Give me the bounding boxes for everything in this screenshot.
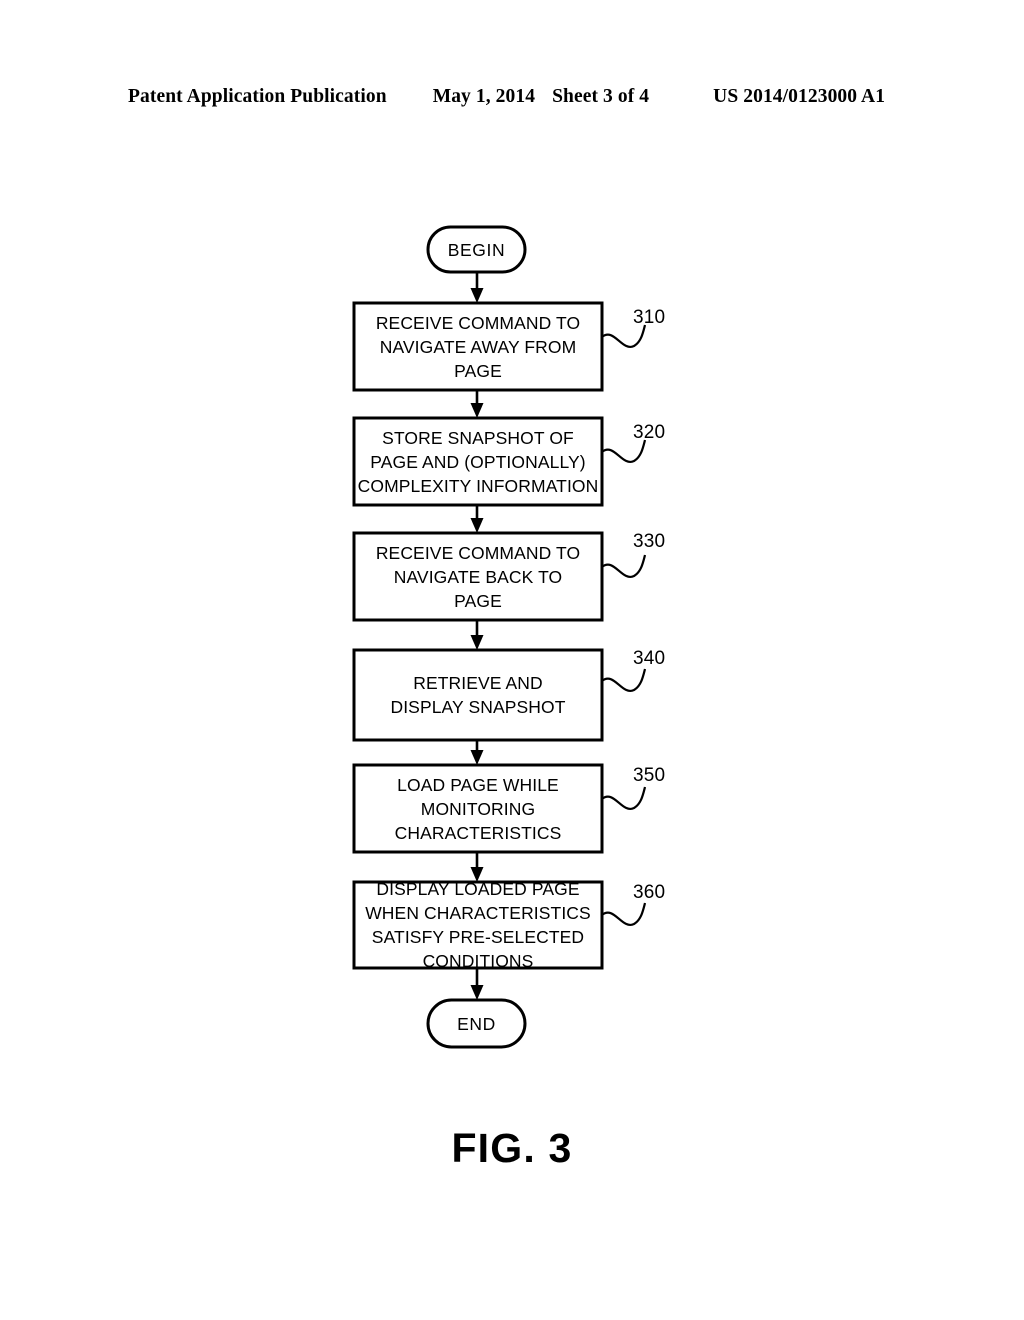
flow-arrow-340-to-350 (470, 740, 484, 765)
leader-line-340 (601, 668, 647, 693)
flow-node-step-310 (352, 301, 604, 392)
flow-arrow-330-to-340 (470, 620, 484, 650)
reference-numeral-310: 310 (633, 307, 666, 328)
flowchart-diagram (352, 225, 647, 1049)
flow-node-step-350 (352, 763, 604, 854)
flow-arrow-begin-to-310 (470, 272, 484, 303)
flow-node-step-330 (352, 531, 604, 622)
leader-line-360 (601, 902, 647, 927)
flow-node-step-340 (352, 648, 604, 742)
leader-line-330 (601, 554, 647, 579)
reference-numeral-360: 360 (633, 882, 666, 903)
flow-arrow-310-to-320 (470, 390, 484, 418)
flow-arrow-320-to-330 (470, 505, 484, 533)
flow-node-step-360 (352, 880, 604, 970)
leader-line-350 (601, 786, 647, 811)
reference-numeral-320: 320 (633, 422, 666, 443)
flow-arrow-350-to-360 (470, 852, 484, 882)
flow-node-end (426, 998, 527, 1049)
flow-node-begin (426, 225, 527, 274)
figure-caption: FIG. 3 (451, 1125, 573, 1171)
flow-arrow-360-to-end (470, 968, 484, 1000)
reference-numeral-350: 350 (633, 765, 666, 786)
reference-numeral-340: 340 (633, 648, 666, 669)
flow-node-step-320 (352, 416, 604, 507)
reference-numeral-330: 330 (633, 531, 666, 552)
